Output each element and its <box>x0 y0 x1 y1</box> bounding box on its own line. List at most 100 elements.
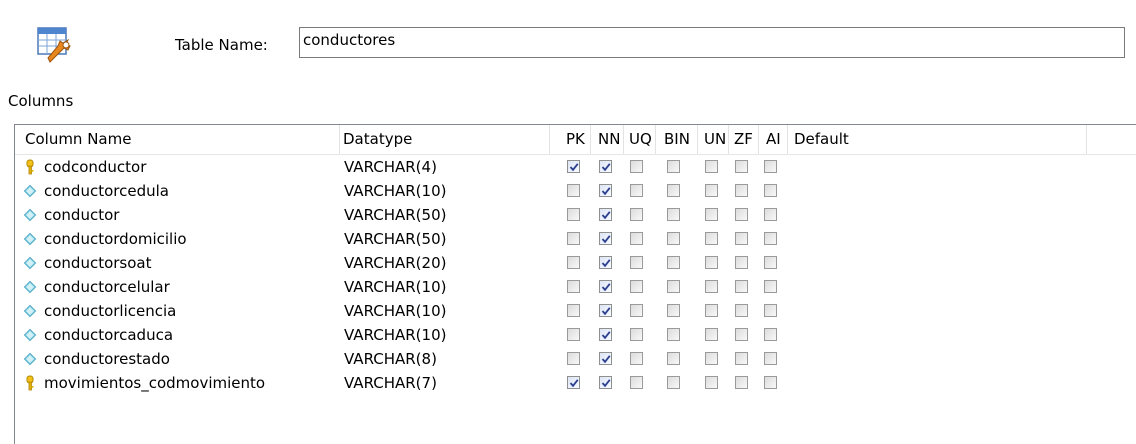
datatype-cell[interactable]: VARCHAR(10) <box>344 179 539 203</box>
nn-checkbox[interactable] <box>599 208 612 221</box>
un-checkbox[interactable] <box>705 208 718 221</box>
nn-checkbox[interactable] <box>599 304 612 317</box>
column-name-cell[interactable]: conductorlicencia <box>44 299 344 323</box>
nn-checkbox[interactable] <box>599 280 612 293</box>
un-checkbox[interactable] <box>705 232 718 245</box>
zf-checkbox[interactable] <box>735 280 748 293</box>
pk-checkbox[interactable] <box>567 304 580 317</box>
nn-checkbox[interactable] <box>599 328 612 341</box>
datatype-cell[interactable]: VARCHAR(20) <box>344 251 539 275</box>
uq-checkbox[interactable] <box>630 376 643 389</box>
zf-checkbox[interactable] <box>735 328 748 341</box>
column-name-cell[interactable]: movimientos_codmovimiento <box>44 371 344 395</box>
pk-checkbox[interactable] <box>567 208 580 221</box>
pk-checkbox[interactable] <box>567 328 580 341</box>
table-row[interactable]: conductorlicencia VARCHAR(10) <box>15 299 1136 323</box>
uq-checkbox[interactable] <box>630 352 643 365</box>
table-row[interactable]: codconductor VARCHAR(4) <box>15 155 1136 179</box>
zf-checkbox[interactable] <box>735 256 748 269</box>
bin-checkbox[interactable] <box>667 304 680 317</box>
header-pk[interactable]: PK <box>566 125 585 154</box>
un-checkbox[interactable] <box>705 256 718 269</box>
column-name-cell[interactable]: conductorsoat <box>44 251 344 275</box>
header-uq[interactable]: UQ <box>629 125 652 154</box>
header-divider[interactable] <box>787 125 788 154</box>
header-divider[interactable] <box>655 125 656 154</box>
datatype-cell[interactable]: VARCHAR(10) <box>344 323 539 347</box>
zf-checkbox[interactable] <box>735 160 748 173</box>
zf-checkbox[interactable] <box>735 232 748 245</box>
pk-checkbox[interactable] <box>567 352 580 365</box>
pk-checkbox[interactable] <box>567 280 580 293</box>
zf-checkbox[interactable] <box>735 376 748 389</box>
un-checkbox[interactable] <box>705 280 718 293</box>
table-row[interactable]: conductordomicilio VARCHAR(50) <box>15 227 1136 251</box>
nn-checkbox[interactable] <box>599 376 612 389</box>
nn-checkbox[interactable] <box>599 352 612 365</box>
ai-checkbox[interactable] <box>764 184 777 197</box>
bin-checkbox[interactable] <box>667 208 680 221</box>
datatype-cell[interactable]: VARCHAR(8) <box>344 347 539 371</box>
datatype-cell[interactable]: VARCHAR(7) <box>344 371 539 395</box>
ai-checkbox[interactable] <box>764 256 777 269</box>
pk-checkbox[interactable] <box>567 232 580 245</box>
table-row[interactable]: conductorsoat VARCHAR(20) <box>15 251 1136 275</box>
bin-checkbox[interactable] <box>667 352 680 365</box>
header-nn[interactable]: NN <box>598 125 620 154</box>
bin-checkbox[interactable] <box>667 328 680 341</box>
uq-checkbox[interactable] <box>630 160 643 173</box>
pk-checkbox[interactable] <box>567 376 580 389</box>
table-row[interactable]: conductorcedula VARCHAR(10) <box>15 179 1136 203</box>
pk-checkbox[interactable] <box>567 160 580 173</box>
zf-checkbox[interactable] <box>735 304 748 317</box>
zf-checkbox[interactable] <box>735 184 748 197</box>
nn-checkbox[interactable] <box>599 232 612 245</box>
column-name-cell[interactable]: conductor <box>44 203 344 227</box>
ai-checkbox[interactable] <box>764 160 777 173</box>
table-row[interactable]: conductorcelular VARCHAR(10) <box>15 275 1136 299</box>
datatype-cell[interactable]: VARCHAR(4) <box>344 155 539 179</box>
header-divider[interactable] <box>549 125 550 154</box>
bin-checkbox[interactable] <box>667 184 680 197</box>
un-checkbox[interactable] <box>705 352 718 365</box>
datatype-cell[interactable]: VARCHAR(50) <box>344 203 539 227</box>
ai-checkbox[interactable] <box>764 232 777 245</box>
header-ai[interactable]: AI <box>766 125 781 154</box>
table-name-input[interactable] <box>299 27 1125 58</box>
header-divider[interactable] <box>339 125 340 154</box>
datatype-cell[interactable]: VARCHAR(10) <box>344 299 539 323</box>
table-row[interactable]: conductorestado VARCHAR(8) <box>15 347 1136 371</box>
header-divider[interactable] <box>758 125 759 154</box>
ai-checkbox[interactable] <box>764 376 777 389</box>
header-divider[interactable] <box>590 125 591 154</box>
header-divider[interactable] <box>1086 125 1087 154</box>
header-column-name[interactable]: Column Name <box>25 125 131 154</box>
nn-checkbox[interactable] <box>599 256 612 269</box>
uq-checkbox[interactable] <box>630 304 643 317</box>
header-divider[interactable] <box>728 125 729 154</box>
nn-checkbox[interactable] <box>599 160 612 173</box>
header-divider[interactable] <box>697 125 698 154</box>
ai-checkbox[interactable] <box>764 328 777 341</box>
un-checkbox[interactable] <box>705 376 718 389</box>
bin-checkbox[interactable] <box>667 232 680 245</box>
zf-checkbox[interactable] <box>735 208 748 221</box>
datatype-cell[interactable]: VARCHAR(10) <box>344 275 539 299</box>
uq-checkbox[interactable] <box>630 328 643 341</box>
columns-grid[interactable]: Column Name Datatype PK NN UQ BIN UN ZF … <box>14 124 1136 444</box>
table-row[interactable]: movimientos_codmovimiento VARCHAR(7) <box>15 371 1136 395</box>
column-name-cell[interactable]: conductorestado <box>44 347 344 371</box>
un-checkbox[interactable] <box>705 304 718 317</box>
uq-checkbox[interactable] <box>630 208 643 221</box>
column-name-cell[interactable]: conductorcelular <box>44 275 344 299</box>
zf-checkbox[interactable] <box>735 352 748 365</box>
column-name-cell[interactable]: conductorcaduca <box>44 323 344 347</box>
un-checkbox[interactable] <box>705 160 718 173</box>
datatype-cell[interactable]: VARCHAR(50) <box>344 227 539 251</box>
pk-checkbox[interactable] <box>567 256 580 269</box>
pk-checkbox[interactable] <box>567 184 580 197</box>
bin-checkbox[interactable] <box>667 160 680 173</box>
table-row[interactable]: conductorcaduca VARCHAR(10) <box>15 323 1136 347</box>
header-zf[interactable]: ZF <box>734 125 753 154</box>
un-checkbox[interactable] <box>705 328 718 341</box>
